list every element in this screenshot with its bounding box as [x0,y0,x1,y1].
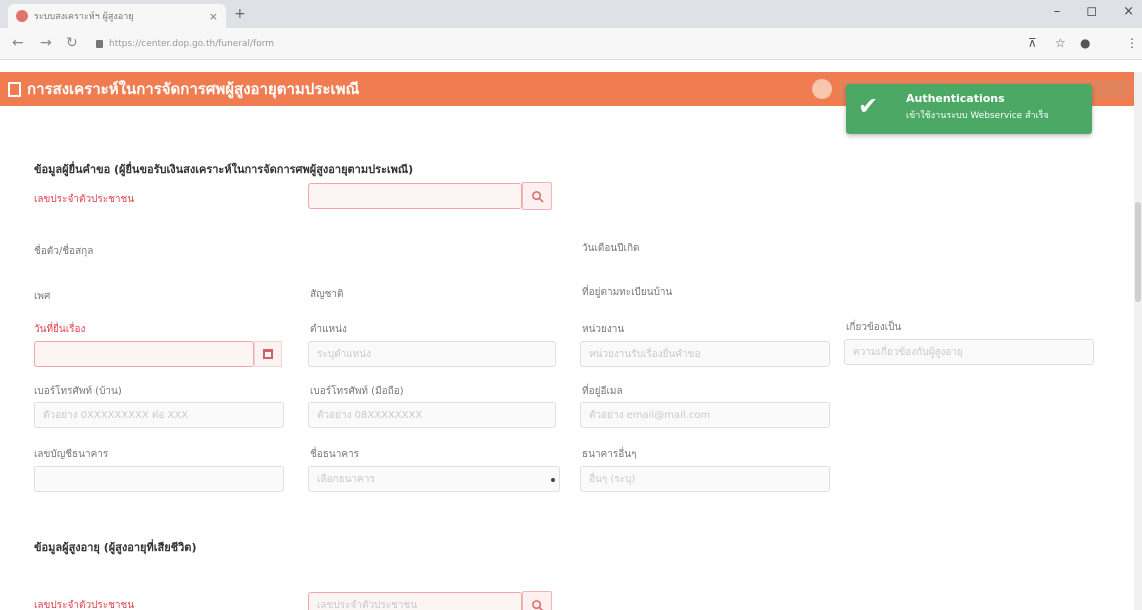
birthdate-label: วันเดือนปีเกิด [582,243,640,254]
bank-account-input[interactable] [34,466,284,492]
mobile-label: เบอร์โทรศัพท์ (มือถือ) [310,386,404,397]
forward-arrow-icon[interactable]: → [40,35,52,51]
maximize-button[interactable]: ◻ [1086,4,1097,19]
success-toast[interactable]: ✔ Authentications เข้าใช้งานระบบ Webserv… [846,84,1092,134]
email-input[interactable]: ตัวอย่าง email@mail.com [580,402,830,428]
bookmark-star-icon[interactable]: ☆ [1055,36,1066,50]
close-tab-icon[interactable]: × [209,10,218,23]
applicant-section-title: ข้อมูลผู้ยื่นคำขอ (ผู้ยื่นขอรับเงินสงเคร… [34,163,414,176]
calendar-button[interactable] [254,341,282,367]
search-icon [531,190,544,203]
home-phone-input[interactable]: ตัวอย่าง 0XXXXXXXXX ต่อ XXX [34,402,284,428]
deceased-search-button[interactable] [522,591,552,610]
close-window-button[interactable]: × [1123,4,1134,19]
page-scrollbar[interactable] [1134,72,1142,610]
toast-message: เข้าใช้งานระบบ Webservice สำเร็จ [906,111,1049,121]
name-label: ชื่อตัว/ชื่อสกุล [34,246,94,257]
request-date-input[interactable] [34,341,254,367]
email-label: ที่อยู่อีเมล [582,386,623,397]
back-arrow-icon[interactable]: ← [12,35,24,51]
request-date-label: วันที่ยื่นเรื่อง [34,324,86,335]
url-text: https://center.dop.go.th/funeral/form [109,39,275,49]
home-phone-label: เบอร์โทรศัพท์ (บ้าน) [34,386,122,397]
bank-account-label: เลขบัญชีธนาคาร [34,449,109,460]
nationality-label: สัญชาติ [310,289,344,300]
other-bank-label: ธนาคารอื่นๆ [582,449,637,460]
toast-title: Authentications [906,92,1005,105]
reload-icon[interactable]: ↻ [66,35,78,51]
bank-name-label: ชื่อธนาคาร [310,449,360,460]
mobile-input[interactable]: ตัวอย่าง 08XXXXXXXX [308,402,556,428]
minimize-button[interactable]: – [1054,4,1061,19]
dropdown-caret-icon [551,478,555,482]
new-tab-button[interactable]: + [234,6,246,22]
profile-icon[interactable]: ● [1080,36,1090,50]
gender-label: เพศ [34,291,51,302]
relation-input[interactable]: ความเกี่ยวข้องกับผู้สูงอายุ [844,339,1094,365]
scrollbar-thumb[interactable] [1135,202,1141,302]
agency-label: หน่วยงาน [582,324,625,335]
browser-tab-bar: ระบบสงเคราะห์ฯ ผู้สูงอายุ × + – ◻ × [0,0,1142,28]
applicant-citizen-id-input[interactable] [308,183,522,209]
favicon-icon [16,10,28,22]
search-icon [531,599,544,610]
agency-input[interactable]: หน่วยงานรับเรื่องยื่นคำขอ [580,341,830,367]
user-avatar[interactable] [812,79,832,99]
deceased-section-title: ข้อมูลผู้สูงอายุ (ผู้สูงอายุที่เสียชีวิต… [34,541,197,554]
window-controls: – ◻ × [1054,4,1134,19]
browser-tab[interactable]: ระบบสงเคราะห์ฯ ผู้สูงอายุ × [8,4,226,28]
menu-kebab-icon[interactable]: ⋮ [1126,36,1138,50]
deceased-citizen-id-input[interactable]: เลขประจำตัวประชาชน [308,592,522,610]
page-title: การสงเคราะห์ในการจัดการศพผู้สูงอายุตามปร… [27,80,360,98]
relation-label: เกี่ยวข้องเป็น [846,322,902,333]
applicant-search-button[interactable] [522,182,552,210]
document-icon [8,81,21,97]
applicant-citizen-id-label: เลขประจำตัวประชาชน [34,194,135,205]
deceased-citizen-id-label: เลขประจำตัวประชาชน [34,600,135,610]
translate-icon[interactable]: ⊼ [1028,36,1037,50]
calendar-icon [263,349,273,359]
address-label: ที่อยู่ตามทะเบียนบ้าน [582,287,673,298]
bank-name-select[interactable]: เลือกธนาคาร [308,466,560,492]
tab-title: ระบบสงเคราะห์ฯ ผู้สูงอายุ [34,12,134,22]
position-input[interactable]: ระบุตำแหน่ง [308,341,556,367]
other-bank-input[interactable]: อื่นๆ (ระบุ) [580,466,830,492]
lock-icon [96,40,103,48]
checkmark-icon: ✔ [858,92,879,120]
address-bar: ← → ↻ https://center.dop.go.th/funeral/f… [0,28,1142,60]
position-label: ตำแหน่ง [310,324,347,335]
url-field[interactable]: https://center.dop.go.th/funeral/form [96,34,976,54]
